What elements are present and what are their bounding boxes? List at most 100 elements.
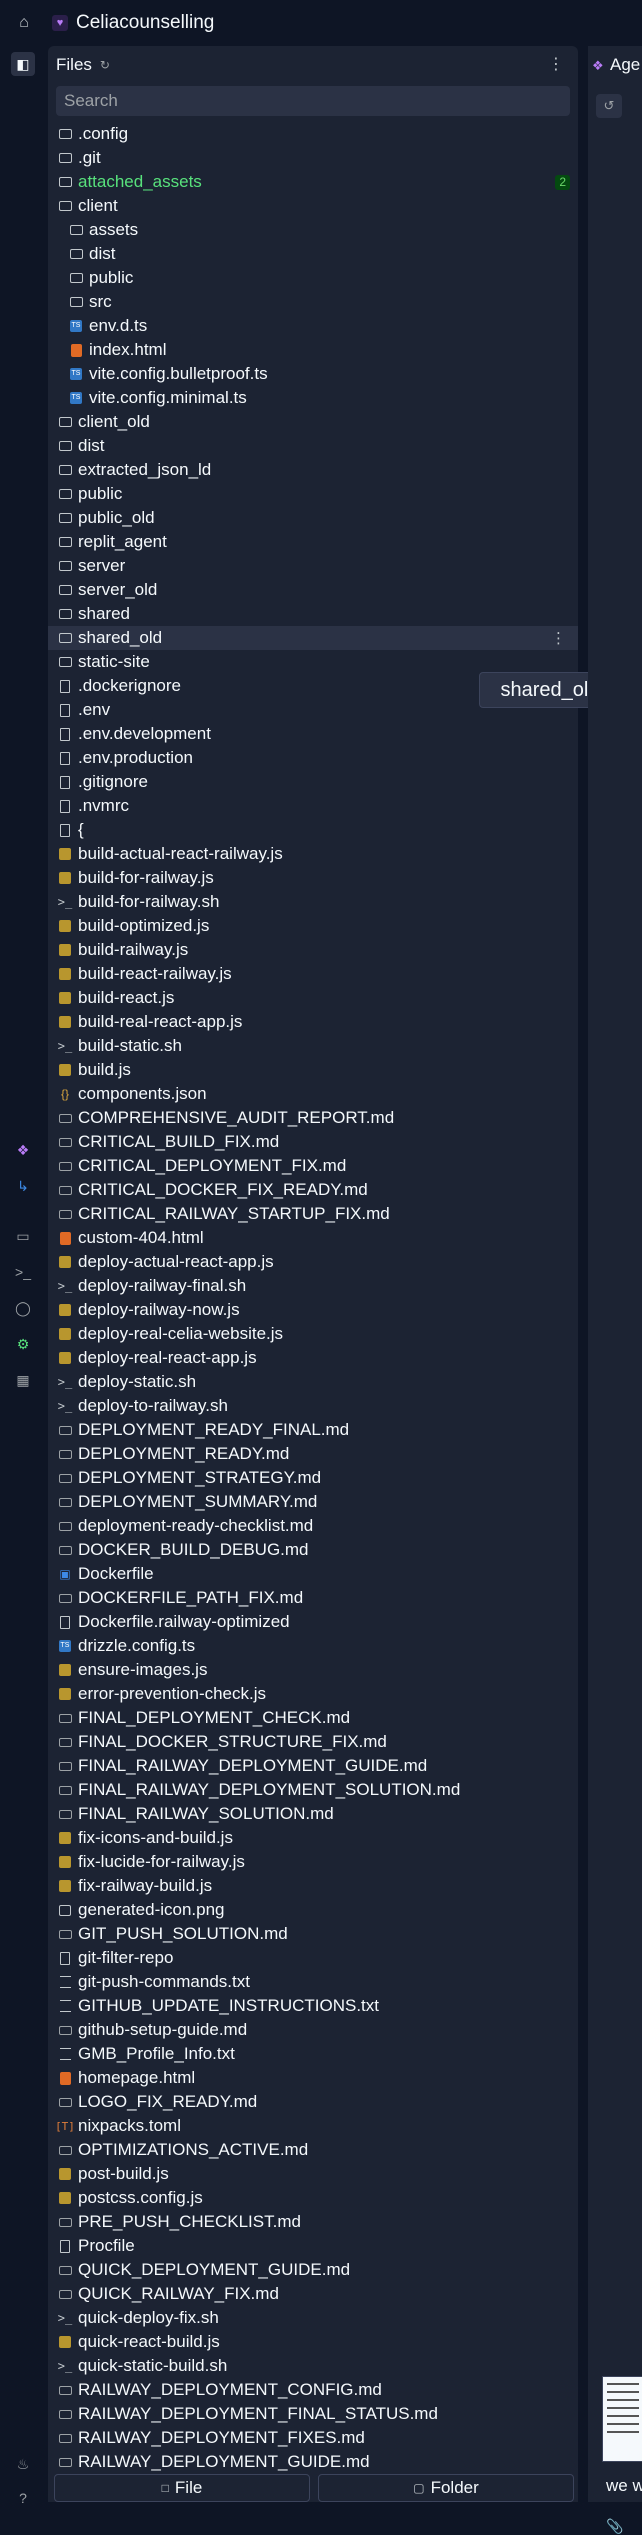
folder-item[interactable]: server xyxy=(48,554,578,578)
screenshot-thumbnail[interactable] xyxy=(602,2376,642,2462)
file-item[interactable]: TS drizzle.config.ts xyxy=(48,1634,578,1658)
file-item[interactable]: .env.production xyxy=(48,746,578,770)
file-item[interactable]: index.html xyxy=(48,338,578,362)
file-item[interactable]: TS vite.config.minimal.ts xyxy=(48,386,578,410)
file-item[interactable]: [T] nixpacks.toml xyxy=(48,2114,578,2138)
shell-icon[interactable]: >_ xyxy=(11,1260,35,1284)
file-item[interactable]: deployment-ready-checklist.md xyxy=(48,1514,578,1538)
file-item[interactable]: COMPREHENSIVE_AUDIT_REPORT.md xyxy=(48,1106,578,1130)
new-folder-button[interactable]: ▢ Folder xyxy=(318,2474,574,2502)
file-item[interactable]: TS env.d.ts xyxy=(48,314,578,338)
file-item[interactable]: fix-icons-and-build.js xyxy=(48,1826,578,1850)
file-item[interactable]: { xyxy=(48,818,578,842)
new-file-button[interactable]: □ File xyxy=(54,2474,310,2502)
tab-agent[interactable]: ❖ Age xyxy=(588,46,642,84)
preview-icon[interactable]: ▭ xyxy=(11,1224,35,1248)
folder-item[interactable]: replit_agent xyxy=(48,530,578,554)
file-item[interactable]: git-filter-repo xyxy=(48,1946,578,1970)
file-item[interactable]: build-for-railway.js xyxy=(48,866,578,890)
file-item[interactable]: CRITICAL_DEPLOYMENT_FIX.md xyxy=(48,1154,578,1178)
folder-item[interactable]: .config xyxy=(48,122,578,146)
folder-item[interactable]: client_old xyxy=(48,410,578,434)
file-item[interactable]: DEPLOYMENT_STRATEGY.md xyxy=(48,1466,578,1490)
folder-item[interactable]: dist xyxy=(48,242,578,266)
folder-item[interactable]: dist xyxy=(48,434,578,458)
folder-item[interactable]: static-site xyxy=(48,650,578,674)
file-item[interactable]: PRE_PUSH_CHECKLIST.md xyxy=(48,2210,578,2234)
file-item[interactable]: build-actual-react-railway.js xyxy=(48,842,578,866)
file-item[interactable]: QUICK_DEPLOYMENT_GUIDE.md xyxy=(48,2258,578,2282)
file-item[interactable]: DEPLOYMENT_READY.md xyxy=(48,1442,578,1466)
file-item[interactable]: ▣ Dockerfile xyxy=(48,1562,578,1586)
file-item[interactable]: deploy-real-celia-website.js xyxy=(48,1322,578,1346)
file-item[interactable]: {} components.json xyxy=(48,1082,578,1106)
file-item[interactable]: build-optimized.js xyxy=(48,914,578,938)
file-item[interactable]: >_ build-for-railway.sh xyxy=(48,890,578,914)
file-item[interactable]: build-react-railway.js xyxy=(48,962,578,986)
folder-item[interactable]: attached_assets 2 xyxy=(48,170,578,194)
attach-icon[interactable]: 📎 xyxy=(606,2518,623,2535)
folder-item[interactable]: public_old xyxy=(48,506,578,530)
file-item[interactable]: deploy-actual-react-app.js xyxy=(48,1250,578,1274)
file-item[interactable]: Dockerfile.railway-optimized xyxy=(48,1610,578,1634)
all-tools-icon[interactable]: ▦ xyxy=(11,1368,35,1392)
notifications-icon[interactable]: ♨ xyxy=(11,2452,35,2476)
file-item[interactable]: GMB_Profile_Info.txt xyxy=(48,2042,578,2066)
folder-item[interactable]: shared_old ⋮ xyxy=(48,626,578,650)
file-item[interactable]: deploy-real-react-app.js xyxy=(48,1346,578,1370)
file-item[interactable]: >_ deploy-railway-final.sh xyxy=(48,1274,578,1298)
file-item[interactable]: post-build.js xyxy=(48,2162,578,2186)
file-item[interactable]: GITHUB_UPDATE_INSTRUCTIONS.txt xyxy=(48,1994,578,2018)
folder-item[interactable]: server_old xyxy=(48,578,578,602)
workflow-icon[interactable]: ↳ xyxy=(11,1174,35,1198)
folder-item[interactable]: client xyxy=(48,194,578,218)
file-item[interactable]: >_ deploy-to-railway.sh xyxy=(48,1394,578,1418)
file-item[interactable]: .nvmrc xyxy=(48,794,578,818)
file-item[interactable]: RAILWAY_DEPLOYMENT_FINAL_STATUS.md xyxy=(48,2402,578,2426)
file-item[interactable]: RAILWAY_DEPLOYMENT_CONFIG.md xyxy=(48,2378,578,2402)
history-icon[interactable]: ↺ xyxy=(596,94,622,118)
folder-item[interactable]: shared xyxy=(48,602,578,626)
file-item[interactable]: quick-react-build.js xyxy=(48,2330,578,2354)
file-item[interactable]: RAILWAY_DEPLOYMENT_GUIDE.md xyxy=(48,2450,578,2474)
file-item[interactable]: DEPLOYMENT_SUMMARY.md xyxy=(48,1490,578,1514)
files-search-input[interactable]: Search xyxy=(56,86,570,116)
file-item[interactable]: github-setup-guide.md xyxy=(48,2018,578,2042)
file-item[interactable]: QUICK_RAILWAY_FIX.md xyxy=(48,2282,578,2306)
file-item[interactable]: error-prevention-check.js xyxy=(48,1682,578,1706)
home-icon[interactable]: ⌂ xyxy=(14,13,34,33)
file-item[interactable]: >_ deploy-static.sh xyxy=(48,1370,578,1394)
file-item[interactable]: Procfile xyxy=(48,2234,578,2258)
file-item[interactable]: TS vite.config.bulletproof.ts xyxy=(48,362,578,386)
file-explorer-icon[interactable]: ◧ xyxy=(11,52,35,76)
file-item[interactable]: deploy-railway-now.js xyxy=(48,1298,578,1322)
file-item[interactable]: FINAL_RAILWAY_DEPLOYMENT_GUIDE.md xyxy=(48,1754,578,1778)
file-item[interactable]: .gitignore xyxy=(48,770,578,794)
file-item[interactable]: DOCKERFILE_PATH_FIX.md xyxy=(48,1586,578,1610)
folder-item[interactable]: extracted_json_ld xyxy=(48,458,578,482)
file-item[interactable]: >_ quick-deploy-fix.sh xyxy=(48,2306,578,2330)
file-item[interactable]: fix-lucide-for-railway.js xyxy=(48,1850,578,1874)
folder-item[interactable]: assets xyxy=(48,218,578,242)
file-item[interactable]: fix-railway-build.js xyxy=(48,1874,578,1898)
database-icon[interactable]: ◯ xyxy=(11,1296,35,1320)
file-item[interactable]: generated-icon.png xyxy=(48,1898,578,1922)
file-item[interactable]: .env.development xyxy=(48,722,578,746)
folder-item[interactable]: src xyxy=(48,290,578,314)
file-item[interactable]: build-react.js xyxy=(48,986,578,1010)
chat-input-text[interactable]: we w xyxy=(606,2476,642,2496)
file-item[interactable]: CRITICAL_BUILD_FIX.md xyxy=(48,1130,578,1154)
file-item[interactable]: build-railway.js xyxy=(48,938,578,962)
file-item[interactable]: OPTIMIZATIONS_ACTIVE.md xyxy=(48,2138,578,2162)
agent-icon[interactable]: ❖ xyxy=(11,1138,35,1162)
row-more-options-icon[interactable]: ⋮ xyxy=(551,629,566,647)
project-title[interactable]: Celiacounselling xyxy=(76,12,214,34)
file-item[interactable]: CRITICAL_DOCKER_FIX_READY.md xyxy=(48,1178,578,1202)
file-item[interactable]: FINAL_DEPLOYMENT_CHECK.md xyxy=(48,1706,578,1730)
file-item[interactable]: FINAL_DOCKER_STRUCTURE_FIX.md xyxy=(48,1730,578,1754)
file-item[interactable]: homepage.html xyxy=(48,2066,578,2090)
file-item[interactable]: DEPLOYMENT_READY_FINAL.md xyxy=(48,1418,578,1442)
file-item[interactable]: build.js xyxy=(48,1058,578,1082)
file-item[interactable]: build-real-react-app.js xyxy=(48,1010,578,1034)
file-item[interactable]: LOGO_FIX_READY.md xyxy=(48,2090,578,2114)
